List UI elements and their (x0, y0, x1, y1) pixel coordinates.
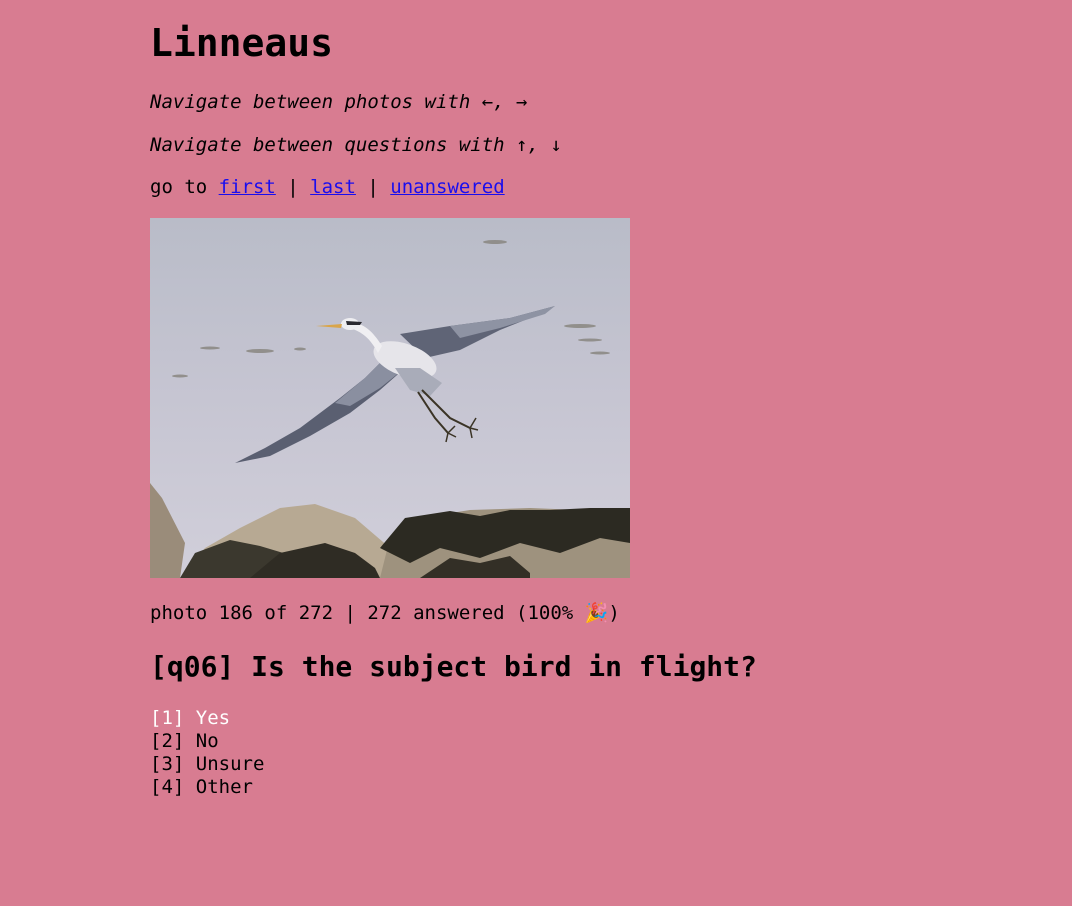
progress-status: photo 186 of 272 | 272 answered (100% 🎉) (150, 601, 620, 625)
option-no[interactable]: [2] No (150, 730, 264, 753)
app-title: Linneaus (150, 21, 334, 65)
progress-text: photo 186 of 272 | 272 answered (100% (150, 602, 585, 624)
last-link[interactable]: last (310, 176, 356, 198)
option-other[interactable]: [4] Other (150, 776, 264, 799)
party-popper-icon: 🎉 (584, 602, 609, 624)
progress-close: ) (608, 602, 620, 624)
question-title: [q06] Is the subject bird in flight? (150, 650, 757, 683)
question-navigation-hint: Navigate between questions with ↑, ↓ (150, 134, 562, 156)
option-unsure[interactable]: [3] Unsure (150, 753, 264, 776)
answer-options: [1] Yes [2] No [3] Unsure [4] Other (150, 707, 264, 799)
photo-navigation-hint: Navigate between photos with ←, → (150, 91, 528, 113)
goto-separator: | (275, 176, 311, 198)
goto-prefix: go to (150, 176, 219, 198)
bird-photo (150, 218, 630, 578)
heron-image (150, 218, 630, 578)
option-yes[interactable]: [1] Yes (150, 707, 264, 730)
goto-separator: | (355, 176, 391, 198)
unanswered-link[interactable]: unanswered (390, 176, 504, 198)
goto-nav: go to first | last | unanswered (150, 175, 505, 199)
first-link[interactable]: first (219, 176, 276, 198)
